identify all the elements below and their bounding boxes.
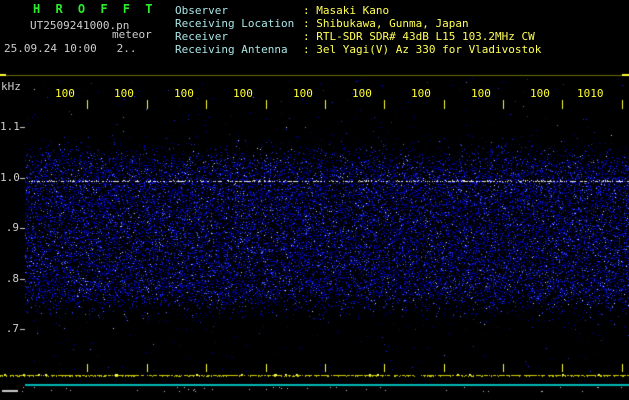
header-row-location: Receiving Location : Shibukawa, Gunma, J…: [0, 17, 629, 30]
x-tick-label: 100: [411, 88, 431, 100]
x-tick-label: 100: [114, 88, 134, 100]
field-label-observer: Observer: [175, 4, 228, 17]
header-row-observer: Observer : Masaki Kano: [0, 4, 629, 17]
field-value-observer: : Masaki Kano: [303, 4, 389, 17]
y-tick-label: 1.1: [0, 121, 19, 133]
y-axis-unit: kHz: [1, 81, 21, 93]
x-tick-label: 100: [233, 88, 253, 100]
x-tick-label: 100: [174, 88, 194, 100]
field-value-receiver: : RTL-SDR SDR# 43dB L15 103.2MHz CW: [303, 30, 535, 43]
field-label-antenna: Receiving Antenna: [175, 43, 288, 56]
header-row-antenna: Receiving Antenna : 3el Yagi(V) Az 330 f…: [0, 43, 629, 56]
x-tick-label: 100: [352, 88, 372, 100]
y-tick-label: .9: [0, 222, 19, 234]
y-tick-label: .7: [0, 323, 19, 335]
y-tick-label: 1.0: [0, 172, 19, 184]
y-tick-label: .8: [0, 273, 19, 285]
spectrogram-canvas: [0, 0, 629, 400]
hrofft-screen: H R O F F T UT2509241000.pn meteor 25.09…: [0, 0, 629, 400]
field-label-location: Receiving Location: [175, 17, 294, 30]
field-label-receiver: Receiver: [175, 30, 228, 43]
header-row-receiver: Receiver : RTL-SDR SDR# 43dB L15 103.2MH…: [0, 30, 629, 43]
field-value-location: : Shibukawa, Gunma, Japan: [303, 17, 469, 30]
x-tick-label: 100: [55, 88, 75, 100]
field-value-antenna: : 3el Yagi(V) Az 330 for Vladivostok: [303, 43, 541, 56]
x-tick-label: 100: [471, 88, 491, 100]
x-tick-label: 100: [293, 88, 313, 100]
x-tick-label: 1010: [577, 88, 604, 100]
x-tick-label: 100: [530, 88, 550, 100]
